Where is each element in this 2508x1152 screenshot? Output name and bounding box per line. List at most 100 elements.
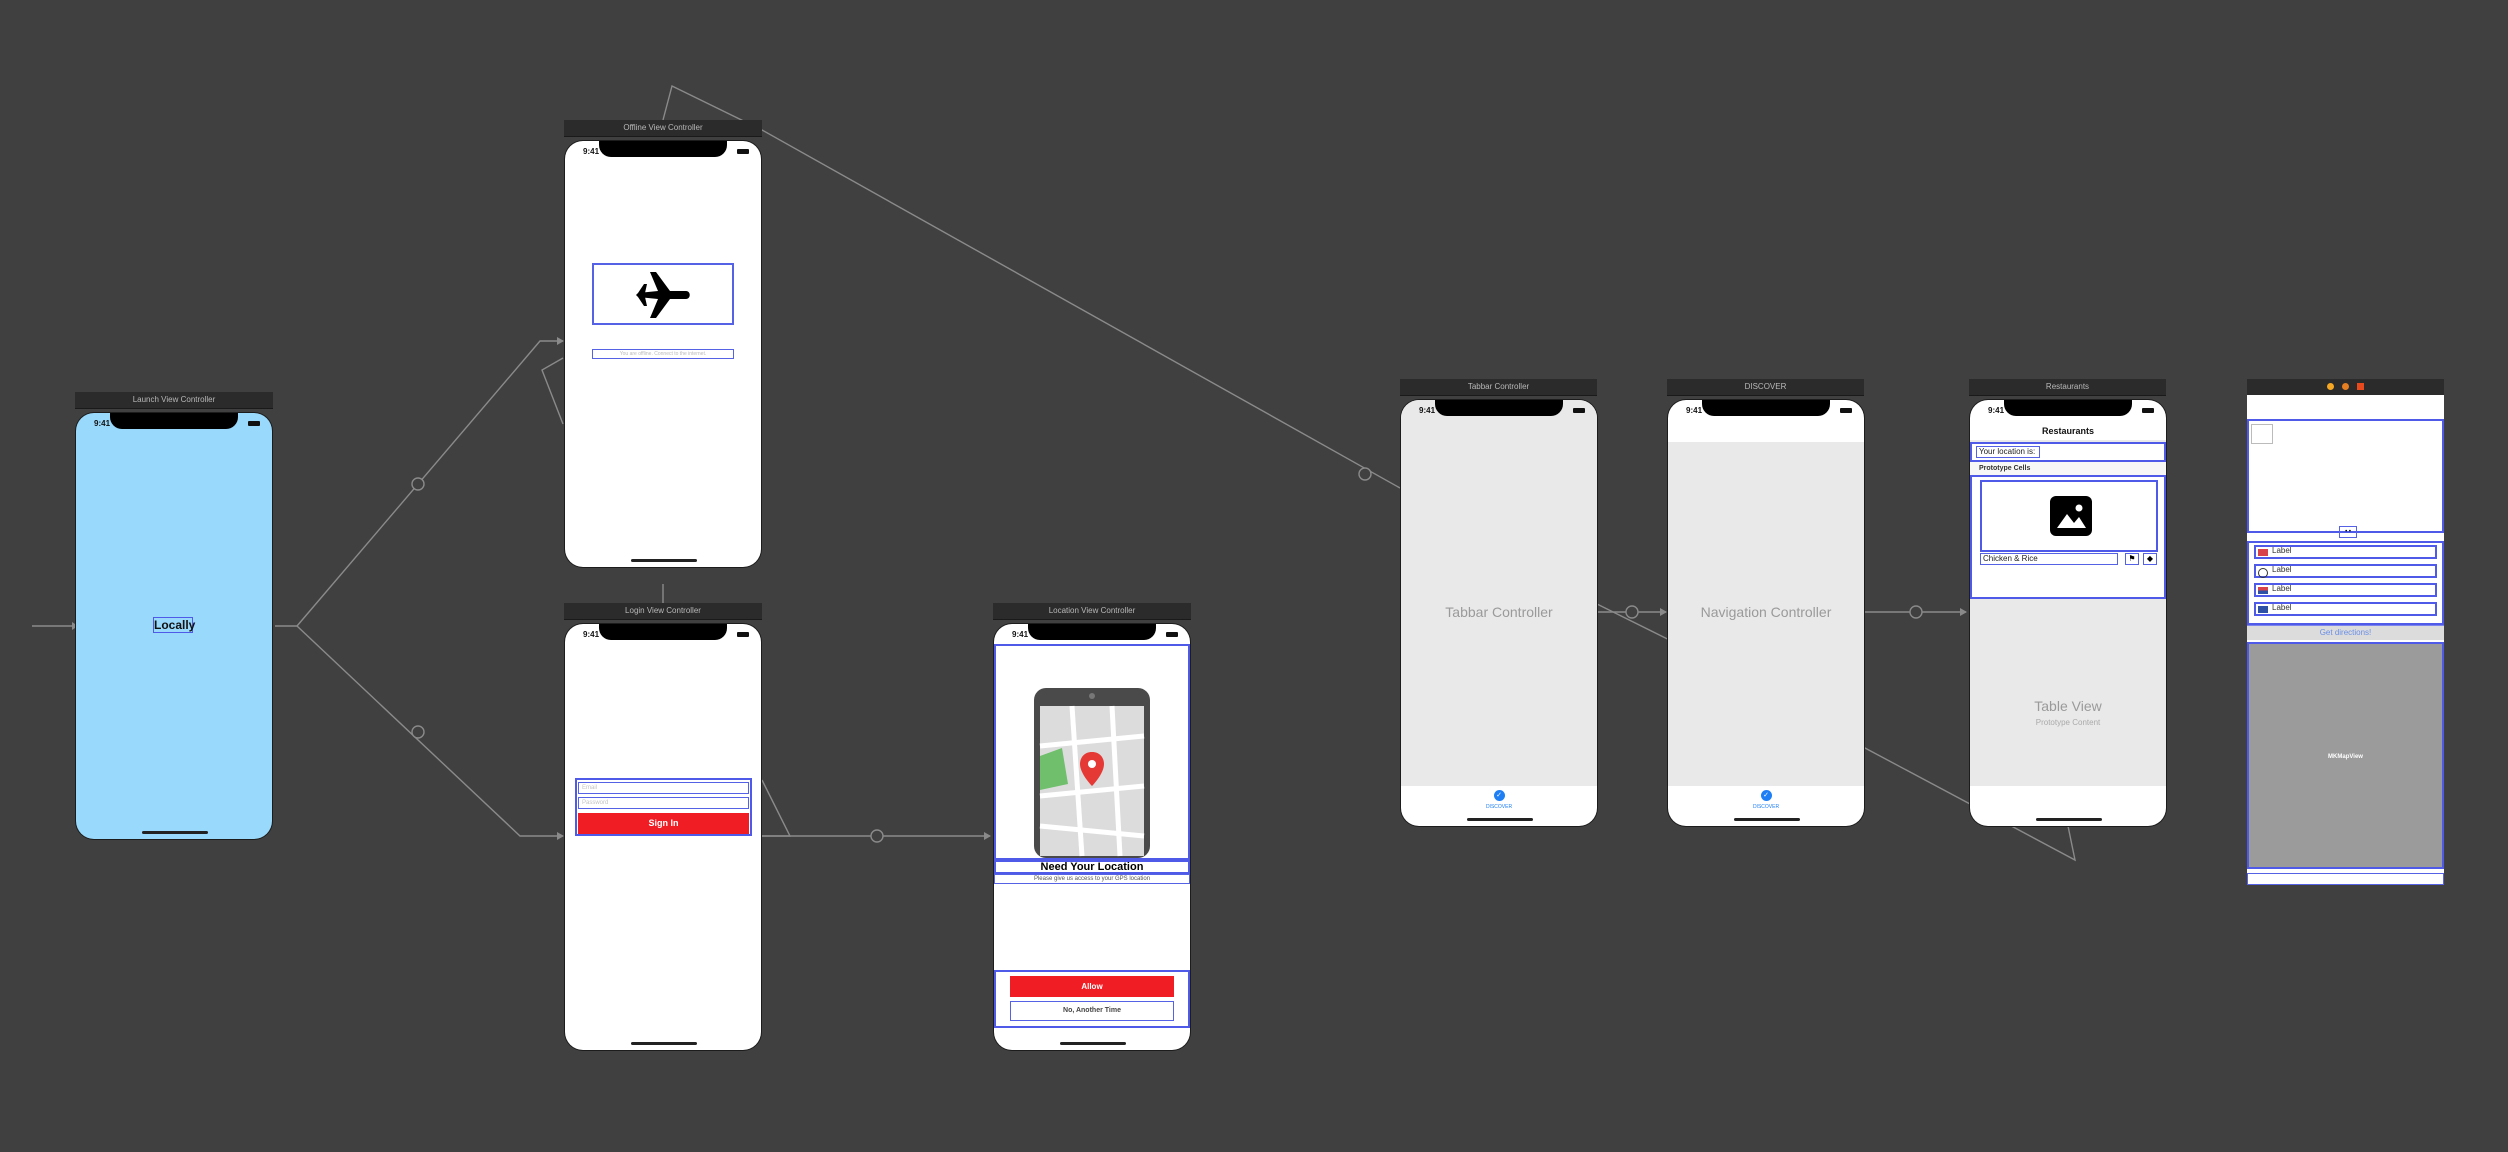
- restaurant-cell[interactable]: Chicken & Rice ⚑ ◆: [1970, 475, 2166, 599]
- home-indicator: [2036, 818, 2102, 821]
- detail-header-view: • •: [2247, 419, 2444, 538]
- scene-title-discover[interactable]: DISCOVER: [1667, 379, 1864, 396]
- allow-button[interactable]: Allow: [1010, 976, 1174, 997]
- login-scene[interactable]: 9:41 Email Password Sign In: [565, 624, 761, 1050]
- photo-icon: [2050, 496, 2092, 536]
- status-time: 9:41: [1988, 406, 2005, 415]
- status-time: 9:41: [1012, 630, 1029, 639]
- home-indicator: [142, 831, 208, 834]
- scene-title-tabbar[interactable]: Tabbar Controller: [1400, 379, 1597, 396]
- restaurants-scene[interactable]: 9:41 Restaurants Your location is: Proto…: [1970, 400, 2166, 826]
- sign-in-button[interactable]: Sign In: [578, 813, 749, 834]
- tab-discover[interactable]: ✓ DISCOVER: [1668, 784, 1864, 812]
- navigation-placeholder: Navigation Controller: [1700, 604, 1832, 620]
- restaurant-image-view[interactable]: [1980, 480, 2158, 552]
- battery-icon: [2142, 408, 2154, 413]
- location-label[interactable]: Your location is:: [1976, 446, 2040, 458]
- segue-badge[interactable]: [1909, 605, 1923, 619]
- view-controller-icon[interactable]: [2327, 383, 2334, 390]
- clock-icon: [2258, 568, 2268, 578]
- notch: [1028, 624, 1156, 640]
- compass-icon: ✓: [1760, 790, 1772, 801]
- exit-icon[interactable]: [2357, 383, 2364, 390]
- scene-title-restaurants[interactable]: Restaurants: [1969, 379, 2166, 396]
- offline-scene[interactable]: 9:41 You are offline. Connect to the int…: [565, 141, 761, 567]
- email-field[interactable]: Email: [578, 782, 749, 794]
- location-illustration-view[interactable]: [994, 644, 1190, 860]
- segue-offline-top: [662, 84, 1401, 489]
- location-heading-label[interactable]: Need Your Location: [994, 860, 1190, 874]
- home-indicator: [1734, 818, 1800, 821]
- notch: [1702, 400, 1830, 416]
- battery-icon: [1573, 408, 1585, 413]
- home-indicator: [1467, 818, 1533, 821]
- detail-scene-bar[interactable]: [2247, 379, 2444, 395]
- map-view[interactable]: MKMapView: [2247, 642, 2444, 869]
- page-control[interactable]: • •: [2339, 526, 2357, 538]
- info-label[interactable]: Label: [2272, 603, 2292, 612]
- segue-login-side: [761, 779, 792, 837]
- notch: [599, 141, 727, 157]
- segue-arrowhead: [1960, 608, 1967, 616]
- table-placeholder-subtitle: Prototype Content: [2035, 718, 2101, 727]
- location-button-stack: Allow No, Another Time: [994, 970, 1190, 1028]
- battery-icon: [1166, 632, 1178, 637]
- tab-discover[interactable]: ✓ DISCOVER: [1401, 784, 1597, 812]
- info-label[interactable]: Label: [2272, 584, 2292, 593]
- segue-badge[interactable]: [1625, 605, 1639, 619]
- battery-icon: [248, 421, 260, 426]
- flag-icon: [2258, 549, 2268, 556]
- battery-icon: [1840, 408, 1852, 413]
- header-image-view[interactable]: [2251, 424, 2273, 444]
- scene-title-launch[interactable]: Launch View Controller: [75, 392, 273, 409]
- segue-offline-self: [541, 357, 564, 425]
- compass-icon: ✓: [1493, 790, 1505, 801]
- battery-icon: [737, 632, 749, 637]
- location-scene[interactable]: 9:41 Need Your Location Please give us a…: [994, 624, 1190, 1050]
- airplane-image-view[interactable]: [592, 263, 734, 325]
- airplane-icon: [636, 272, 690, 318]
- get-directions-button[interactable]: Get directions!: [2247, 625, 2444, 640]
- home-indicator: [631, 1042, 697, 1045]
- segue-badge[interactable]: [870, 829, 884, 843]
- segue-badge[interactable]: [1358, 467, 1372, 481]
- launch-scene[interactable]: 9:41 Locally: [76, 413, 272, 839]
- tab-discover-label: DISCOVER: [1485, 804, 1513, 810]
- segue-badge[interactable]: [411, 477, 425, 491]
- password-field[interactable]: Password: [578, 797, 749, 809]
- app-name-label[interactable]: Locally: [153, 617, 195, 633]
- first-responder-icon[interactable]: [2342, 383, 2349, 390]
- status-time: 9:41: [1686, 406, 1703, 415]
- status-time: 9:41: [583, 630, 600, 639]
- info-stack: Label Label Label Label: [2247, 541, 2444, 625]
- scene-title-location[interactable]: Location View Controller: [993, 603, 1191, 620]
- tabbar-scene[interactable]: 9:41 Tabbar Controller ✓ DISCOVER: [1401, 400, 1597, 826]
- location-subtitle-label[interactable]: Please give us access to your GPS locati…: [994, 874, 1190, 884]
- offline-message-label[interactable]: You are offline. Connect to the internet…: [592, 349, 734, 359]
- info-label[interactable]: Label: [2272, 546, 2292, 555]
- tab-discover-label: DISCOVER: [1752, 804, 1780, 810]
- segue-arrowhead: [557, 337, 564, 345]
- info-row: Label: [2254, 545, 2437, 559]
- map-view-label: MKMapView: [2328, 754, 2363, 760]
- detail-scene[interactable]: • • Label Label Label Label Get directio…: [2247, 395, 2444, 885]
- info-row: Label: [2254, 602, 2437, 616]
- notch: [599, 624, 727, 640]
- info-label[interactable]: Label: [2272, 565, 2292, 574]
- directions-icon[interactable]: ◆: [2143, 553, 2157, 565]
- navigation-scene[interactable]: 9:41 Navigation Controller ✓ DISCOVER: [1668, 400, 1864, 826]
- scene-title-offline[interactable]: Offline View Controller: [564, 120, 762, 137]
- nav-title: Restaurants: [2041, 426, 2095, 436]
- scene-title-login[interactable]: Login View Controller: [564, 603, 762, 620]
- map-pin-icon[interactable]: ⚑: [2125, 553, 2139, 565]
- decline-button[interactable]: No, Another Time: [1010, 1001, 1174, 1021]
- info-row: Label: [2254, 564, 2437, 578]
- tabbar-content: [1401, 400, 1597, 786]
- segue-badge[interactable]: [411, 725, 425, 739]
- segue-arrowhead: [557, 832, 564, 840]
- restaurant-name-label[interactable]: Chicken & Rice: [1980, 553, 2118, 565]
- info-row: Label: [2254, 583, 2437, 597]
- notch: [2004, 400, 2132, 416]
- segue-arrowhead: [984, 832, 991, 840]
- notch: [110, 413, 238, 429]
